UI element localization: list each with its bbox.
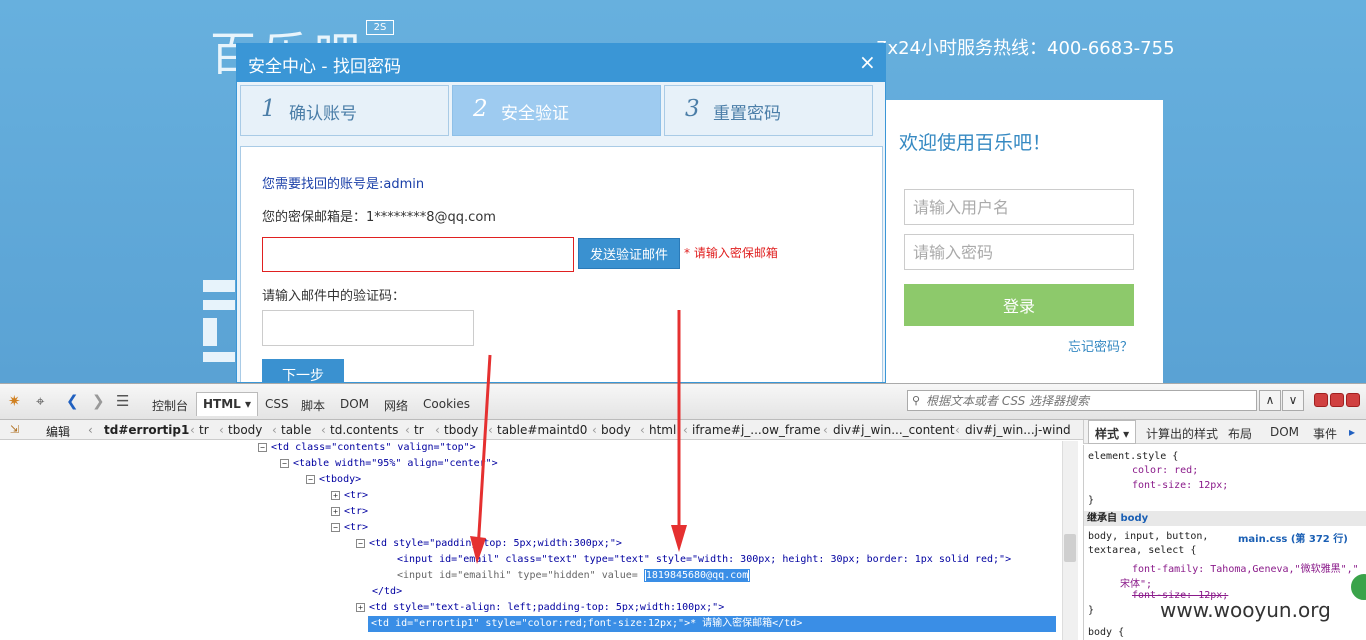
style-rule-selector: body {	[1088, 627, 1125, 638]
breadcrumb-item[interactable]: td.contents	[330, 423, 398, 437]
forgot-password-link[interactable]: 忘记密码？	[1068, 336, 1133, 355]
watermark: www.wooyun.org	[1160, 598, 1331, 622]
side-tabs-more-icon[interactable]: ▸	[1349, 425, 1355, 439]
tree-node[interactable]: + <tr>	[331, 504, 368, 520]
step-label: 确认账号	[289, 104, 357, 124]
tree-node[interactable]: </td>	[372, 584, 402, 600]
breadcrumb-item[interactable]: table	[281, 423, 311, 437]
breadcrumb-item[interactable]: tbody	[228, 423, 262, 437]
scrollbar-thumb[interactable]	[1064, 534, 1076, 562]
inherited-header: 继承自 body	[1084, 511, 1366, 526]
tab-dom[interactable]: DOM	[340, 397, 369, 411]
email-input[interactable]	[262, 237, 574, 272]
step-number: 3	[685, 96, 700, 122]
login-title: 欢迎使用百乐吧！	[899, 132, 1052, 154]
breadcrumb-scroll-icon[interactable]: ‹	[88, 423, 93, 437]
email-error-tip: * 请输入密保邮箱	[684, 246, 778, 260]
detach-icon[interactable]	[1330, 393, 1344, 407]
style-rule-selector: element.style {	[1088, 451, 1179, 462]
style-rule-selector: body, input, button,	[1088, 531, 1209, 542]
tab-script[interactable]: 脚本	[301, 397, 325, 414]
security-email-text: 您的密保邮箱是：1********8@qq.com	[262, 210, 496, 225]
search-prev-button[interactable]: ∧	[1259, 390, 1281, 411]
account-text: 您需要找回的账号是:admin	[262, 177, 425, 192]
tab-styles[interactable]: 样式 ▾	[1088, 420, 1137, 444]
step-confirm-account: 1 确认账号	[240, 85, 449, 136]
service-hotline: 7x24小时服务热线：400-6683-755	[876, 38, 1175, 59]
tab-network[interactable]: 网络	[384, 397, 408, 414]
dialog-title: 安全中心 - 找回密码	[248, 57, 401, 77]
tab-events[interactable]: 事件	[1313, 425, 1337, 442]
tab-side-dom[interactable]: DOM	[1270, 425, 1299, 439]
arrow-line	[476, 354, 492, 551]
decor-block	[203, 352, 235, 362]
style-prop[interactable]: font-family: Tahoma,Geneva,"微软雅黑","	[1132, 560, 1359, 575]
style-prop[interactable]: font-size: 12px;	[1132, 480, 1228, 491]
step-number: 2	[473, 96, 488, 122]
close-devtools-icon[interactable]	[1346, 393, 1360, 407]
tree-node[interactable]: + <td style="text-align: left;padding-top…	[356, 600, 724, 616]
tab-computed[interactable]: 计算出的样式	[1146, 425, 1218, 442]
tab-html[interactable]: HTML ▾	[196, 392, 259, 416]
search-icon: ⚲	[912, 394, 921, 407]
arrow-head	[671, 525, 687, 552]
annotation-arrows	[470, 310, 687, 564]
step-reset-password: 3 重置密码	[664, 85, 873, 136]
style-rule-selector: textarea, select {	[1088, 545, 1197, 556]
verify-code-label: 请输入邮件中的验证码：	[262, 289, 406, 304]
tree-node[interactable]: + <tr>	[331, 488, 368, 504]
style-rule-end: }	[1088, 495, 1095, 506]
password-input[interactable]	[904, 234, 1134, 270]
breadcrumb-item[interactable]: tr	[199, 423, 209, 437]
forward-icon[interactable]: ❯	[92, 392, 105, 410]
send-verify-email-button[interactable]: 发送验证邮件	[578, 238, 680, 269]
breadcrumb-item[interactable]: div#j_win..._content	[833, 423, 955, 437]
arrow-head	[470, 536, 486, 564]
css-source-link[interactable]: main.css (第 372 行)	[1238, 530, 1348, 545]
tree-node[interactable]: − <td class="contents" valign="top">	[258, 441, 476, 456]
step-label: 安全验证	[501, 104, 569, 124]
tree-node[interactable]: − <tbody>	[306, 472, 361, 488]
decor-block	[203, 280, 235, 292]
login-button[interactable]: 登录	[904, 284, 1134, 326]
back-icon[interactable]: ❮	[66, 392, 79, 410]
inherited-from-link[interactable]: body	[1120, 513, 1148, 524]
inspect-icon[interactable]: ⌖	[36, 392, 44, 410]
tree-node-selected[interactable]: <td id="errortip1" style="color:red;font…	[368, 616, 1056, 632]
breadcrumb-item[interactable]: tr	[414, 423, 424, 437]
login-panel: 欢迎使用百乐吧！ 登录 忘记密码？	[884, 100, 1163, 383]
side-panel-tabs: 样式 ▾ 计算出的样式 布局 DOM 事件 ▸	[1083, 420, 1366, 444]
decor-block	[203, 318, 217, 346]
breadcrumb-item[interactable]: div#j_win...j-wind	[965, 423, 1071, 437]
verify-code-input[interactable]	[262, 310, 474, 346]
username-input[interactable]	[904, 189, 1134, 225]
firebug-icon[interactable]: ✷	[8, 392, 21, 410]
search-next-button[interactable]: ∨	[1282, 390, 1304, 411]
breadcrumb-item[interactable]: iframe#j_...ow_frame	[692, 423, 821, 437]
tab-css[interactable]: CSS	[265, 397, 289, 411]
logo-badge: 2S	[366, 20, 394, 35]
minimize-icon[interactable]	[1314, 393, 1328, 407]
style-prop[interactable]: 宋体";	[1120, 575, 1152, 590]
decor-block	[203, 300, 235, 310]
breadcrumb-item[interactable]: td#errortip1	[104, 423, 189, 437]
style-rule-end: }	[1088, 605, 1095, 616]
close-icon[interactable]: ×	[859, 50, 876, 74]
next-step-button[interactable]: 下一步	[262, 359, 344, 382]
dialog-header: 安全中心 - 找回密码 ×	[237, 44, 885, 82]
step-security-verify: 2 安全验证	[452, 85, 661, 136]
edit-icon[interactable]: ⇲	[10, 423, 19, 436]
command-line-icon[interactable]: ☰	[116, 392, 129, 410]
tree-node[interactable]: − <tr>	[331, 520, 368, 536]
edit-button[interactable]: 编辑	[46, 423, 70, 440]
step-label: 重置密码	[713, 104, 781, 124]
step-number: 1	[261, 96, 276, 122]
devtools-search-input[interactable]	[907, 390, 1257, 411]
tab-console[interactable]: 控制台	[152, 397, 188, 414]
tab-layout[interactable]: 布局	[1228, 425, 1252, 442]
style-prop[interactable]: color: red;	[1132, 465, 1198, 476]
